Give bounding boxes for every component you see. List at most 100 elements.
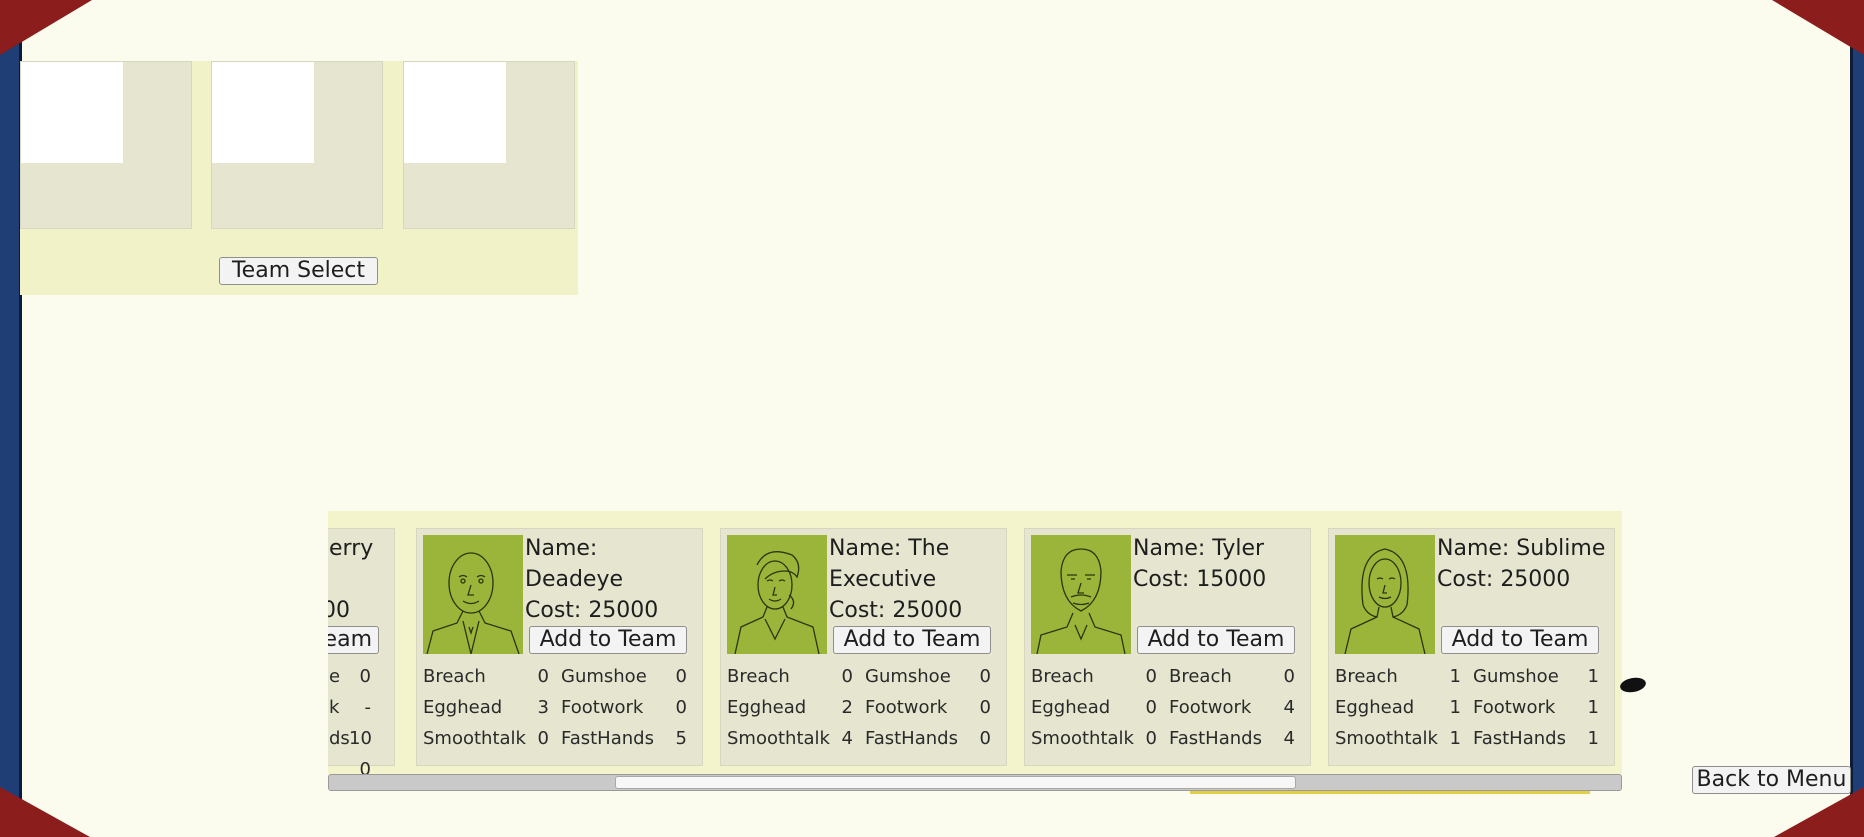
recruit-cost: 00: [328, 598, 350, 623]
team-slot-1[interactable]: [20, 61, 192, 229]
stat-label: Footwork: [1473, 697, 1556, 718]
stat-value: 1: [1587, 728, 1599, 749]
team-panel: Team Select: [20, 61, 578, 295]
stat-label: Smoothtalk: [1031, 728, 1134, 749]
stat-label: ds: [329, 728, 350, 749]
recruit-name: Name: The: [829, 536, 950, 561]
recruit-card: Name: The Executive Cost: 25000 Add to T…: [720, 528, 1007, 766]
empty-portrait: [212, 62, 314, 163]
stat-label: FastHands: [865, 728, 958, 749]
stat-value: 1: [1449, 697, 1461, 718]
add-to-team-button[interactable]: Add to Team: [833, 626, 991, 654]
recruit-card-partial: erry 00 eam e 0 k - ds 10 0: [328, 528, 395, 774]
recruit-cost: Cost: 15000: [1133, 567, 1267, 592]
stat-value: 1: [1449, 728, 1461, 749]
stat-value: 0: [1145, 728, 1157, 749]
add-to-team-button[interactable]: Add to Team: [1441, 626, 1599, 654]
add-to-team-button[interactable]: Add to Team: [529, 626, 687, 654]
stat-label: Breach: [1169, 666, 1232, 687]
recruit-info: Name: Deadeye Cost: 25000: [525, 533, 703, 626]
recruit-portrait: [727, 535, 827, 654]
stat-value: 0: [1283, 666, 1295, 687]
stat-value: 0: [1145, 697, 1157, 718]
stat-label: Gumshoe: [561, 666, 647, 687]
stat-label: Footwork: [561, 697, 644, 718]
stat-value: 0: [841, 666, 853, 687]
stat-value: -: [364, 697, 372, 718]
stat-label: Footwork: [1169, 697, 1252, 718]
recruit-name-cont: Executive: [829, 567, 937, 592]
ink-blot-decoration: [1618, 675, 1648, 695]
stat-label: Smoothtalk: [727, 728, 830, 749]
stat-value: 1: [1587, 666, 1599, 687]
stat-label: Breach: [727, 666, 790, 687]
recruit-cost: Cost: 25000: [1437, 567, 1571, 592]
stat-label: e: [329, 666, 341, 687]
recruit-name: Name: Tyler: [1133, 536, 1265, 561]
stat-value: 0: [359, 666, 371, 687]
stat-label: Breach: [423, 666, 486, 687]
stat-value: 0: [979, 666, 991, 687]
stat-value: 1: [1449, 666, 1461, 687]
team-slot-2[interactable]: [211, 61, 383, 229]
empty-portrait: [21, 62, 123, 163]
stat-value: 1: [1587, 697, 1599, 718]
right-frame-border: [1850, 0, 1864, 837]
corner-ornament-bottom-left: [0, 787, 90, 837]
corner-ornament-top-right: [1772, 0, 1864, 55]
stat-label: Gumshoe: [1473, 666, 1559, 687]
stat-label: Egghead: [1031, 697, 1111, 718]
stat-value: 4: [1283, 728, 1295, 749]
stat-label: FastHands: [561, 728, 654, 749]
recruit-card: Name: Tyler Cost: 15000 Add to Team Brea…: [1024, 528, 1311, 766]
stat-label: Breach: [1335, 666, 1398, 687]
stat-value: 10: [349, 728, 372, 749]
stat-value: 0: [537, 728, 549, 749]
stat-label: FastHands: [1473, 728, 1566, 749]
scrollbar-thumb[interactable]: [615, 776, 1296, 789]
stat-label: Footwork: [865, 697, 948, 718]
stat-label: Egghead: [1335, 697, 1415, 718]
stat-label: FastHands: [1169, 728, 1262, 749]
stat-label: Egghead: [423, 697, 503, 718]
stat-value: 0: [675, 697, 687, 718]
stat-value: 0: [359, 759, 371, 774]
recruit-roster-panel[interactable]: erry 00 eam e 0 k - ds 10 0 Name: Deadey…: [328, 511, 1622, 774]
recruit-name: erry: [329, 536, 374, 561]
recruit-name-cont: Deadeye: [525, 567, 624, 592]
corner-ornament-top-left: [0, 0, 92, 55]
stat-value: 4: [841, 728, 853, 749]
add-to-team-button[interactable]: Add to Team: [1137, 626, 1295, 654]
stat-value: 5: [675, 728, 687, 749]
recruit-card: Name: Sublime Cost: 25000 Add to Team Br…: [1328, 528, 1615, 766]
recruit-portrait: [1031, 535, 1131, 654]
stat-value: 0: [979, 728, 991, 749]
corner-ornament-bottom-right: [1774, 787, 1864, 837]
add-to-team-button[interactable]: eam: [328, 626, 379, 654]
team-slot-3[interactable]: [403, 61, 575, 229]
stat-value: 0: [979, 697, 991, 718]
recruit-info: Name: Tyler Cost: 15000: [1133, 533, 1311, 595]
stat-label: Gumshoe: [865, 666, 951, 687]
recruit-info: Name: The Executive Cost: 25000: [829, 533, 1007, 626]
recruit-info: Name: Sublime Cost: 25000: [1437, 533, 1615, 595]
stat-label: Egghead: [727, 697, 807, 718]
recruit-name: Name:: [525, 536, 598, 561]
stat-value: 2: [841, 697, 853, 718]
back-to-menu-button[interactable]: Back to Menu: [1692, 766, 1851, 794]
team-select-button[interactable]: Team Select: [219, 257, 378, 285]
recruit-cost: Cost: 25000: [525, 598, 659, 623]
roster-horizontal-scrollbar[interactable]: [328, 774, 1622, 791]
highlight-underline: [1190, 791, 1590, 794]
recruit-portrait: [423, 535, 523, 654]
stat-value: 0: [537, 666, 549, 687]
recruit-cost: Cost: 25000: [829, 598, 963, 623]
left-frame-border: [0, 0, 22, 837]
recruit-portrait: [1335, 535, 1435, 654]
recruit-name: Name: Sublime: [1437, 536, 1606, 561]
stat-label: Breach: [1031, 666, 1094, 687]
stat-label: Smoothtalk: [1335, 728, 1438, 749]
stat-label: Smoothtalk: [423, 728, 526, 749]
stat-label: k: [329, 697, 340, 718]
empty-portrait: [404, 62, 506, 163]
